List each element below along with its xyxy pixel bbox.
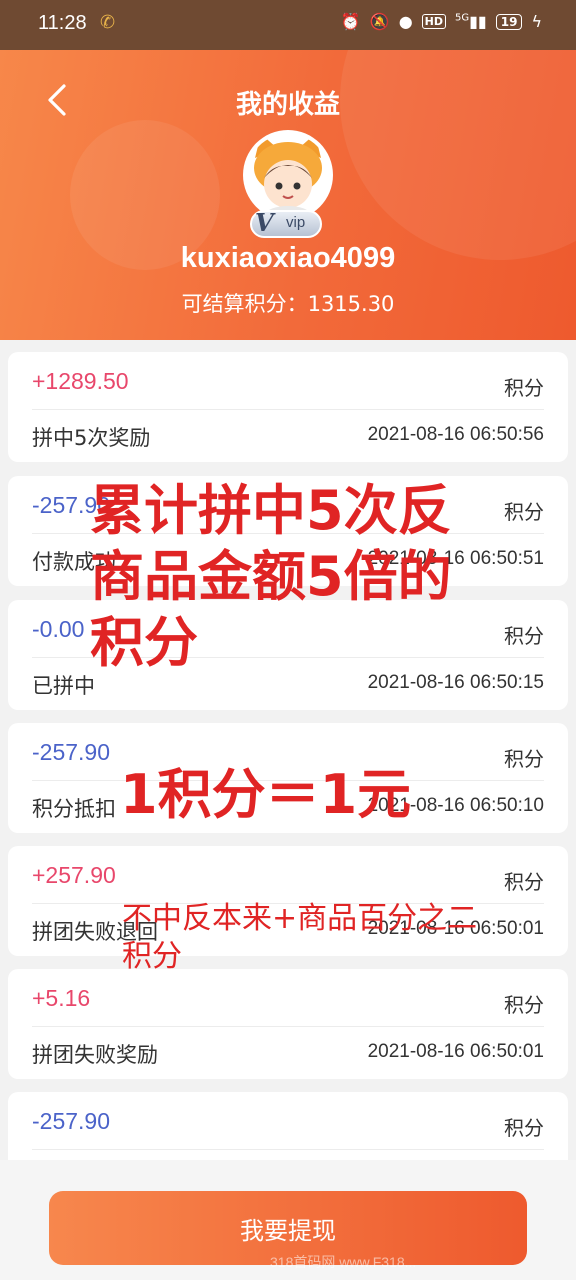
battery-icon: 19 [495,13,523,30]
signal-5g-icon: 5G▮▮ [455,12,487,31]
record-unit: 积分 [504,624,544,648]
points-label: 可结算积分： [181,292,308,316]
vip-badge: V vip [250,208,322,238]
status-icons: ⏰ 🔕 ● HD 5G▮▮ 19 ϟ [341,12,542,31]
annotation-line: 商品金额5倍的 [90,545,452,608]
record-amount: +5.16 [32,985,91,1011]
annotation-line: 积分 [122,939,182,974]
annotation-line: 积分 [90,611,198,674]
divider [32,1149,544,1150]
record-amount: -0.00 [32,616,85,642]
record-amount: +1289.50 [32,368,129,394]
status-time: 11:28 [38,12,87,34]
annotation-line: 不中反本来+商品百分之二 [122,901,478,936]
alarm-icon: ⏰ [340,12,361,31]
record-card[interactable]: +1289.50 积分 拼中5次奖励 2021-08-16 06:50:56 [8,352,568,462]
record-amount: +257.90 [32,862,116,888]
header: 11:28 ✆ ⏰ 🔕 ● HD 5G▮▮ 19 ϟ 我的收益 V vip ku… [0,0,576,340]
avatar[interactable] [243,130,333,220]
record-desc: 拼中5次奖励 [32,426,151,450]
vip-v-icon: V [255,208,274,237]
record-unit: 积分 [504,376,544,400]
record-unit: 积分 [504,870,544,894]
vip-label: vip [286,214,306,231]
status-bar: 11:28 ✆ ⏰ 🔕 ● HD 5G▮▮ 19 ϟ [0,0,576,50]
charging-icon: ϟ [531,12,542,31]
mute-icon: 🔕 [369,12,390,31]
username: kuxiaoxiao4099 [180,242,396,274]
cat-avatar-icon [254,134,322,216]
settlement-points: 可结算积分：1315.30 [0,288,576,318]
record-time: 2021-08-16 06:50:01 [367,1041,544,1062]
watermark: 318首码网 www.F318... [270,1254,417,1270]
annotation-note: 不中反本来+商品百分之二 积分 [122,900,477,976]
record-amount: -257.90 [32,1108,111,1134]
annotation-overlay: 累计拼中5次反 商品金额5倍的 积分 [90,478,452,676]
record-amount: -257.90 [32,739,111,765]
points-value: 1315.30 [307,292,395,316]
record-desc: 拼团失败奖励 [32,1043,158,1067]
record-unit: 积分 [504,993,544,1017]
annotation-line: 累计拼中5次反 [90,479,452,542]
record-unit: 积分 [504,747,544,771]
divider [32,409,544,410]
record-card[interactable]: +5.16 积分 拼团失败奖励 2021-08-16 06:50:01 [8,969,568,1079]
record-desc: 积分抵扣 [32,797,116,821]
page-title: 我的收益 [235,90,340,120]
record-time: 2021-08-16 06:50:56 [367,424,544,445]
hd-icon: HD [421,14,446,29]
record-unit: 积分 [504,500,544,524]
mic-icon: ● [398,12,413,31]
divider [32,1026,544,1027]
record-desc: 已拼中 [32,674,95,698]
annotation-rate: 1积分＝1元 [120,763,412,826]
phone-icon: ✆ [100,12,116,33]
record-unit: 积分 [504,1116,544,1140]
